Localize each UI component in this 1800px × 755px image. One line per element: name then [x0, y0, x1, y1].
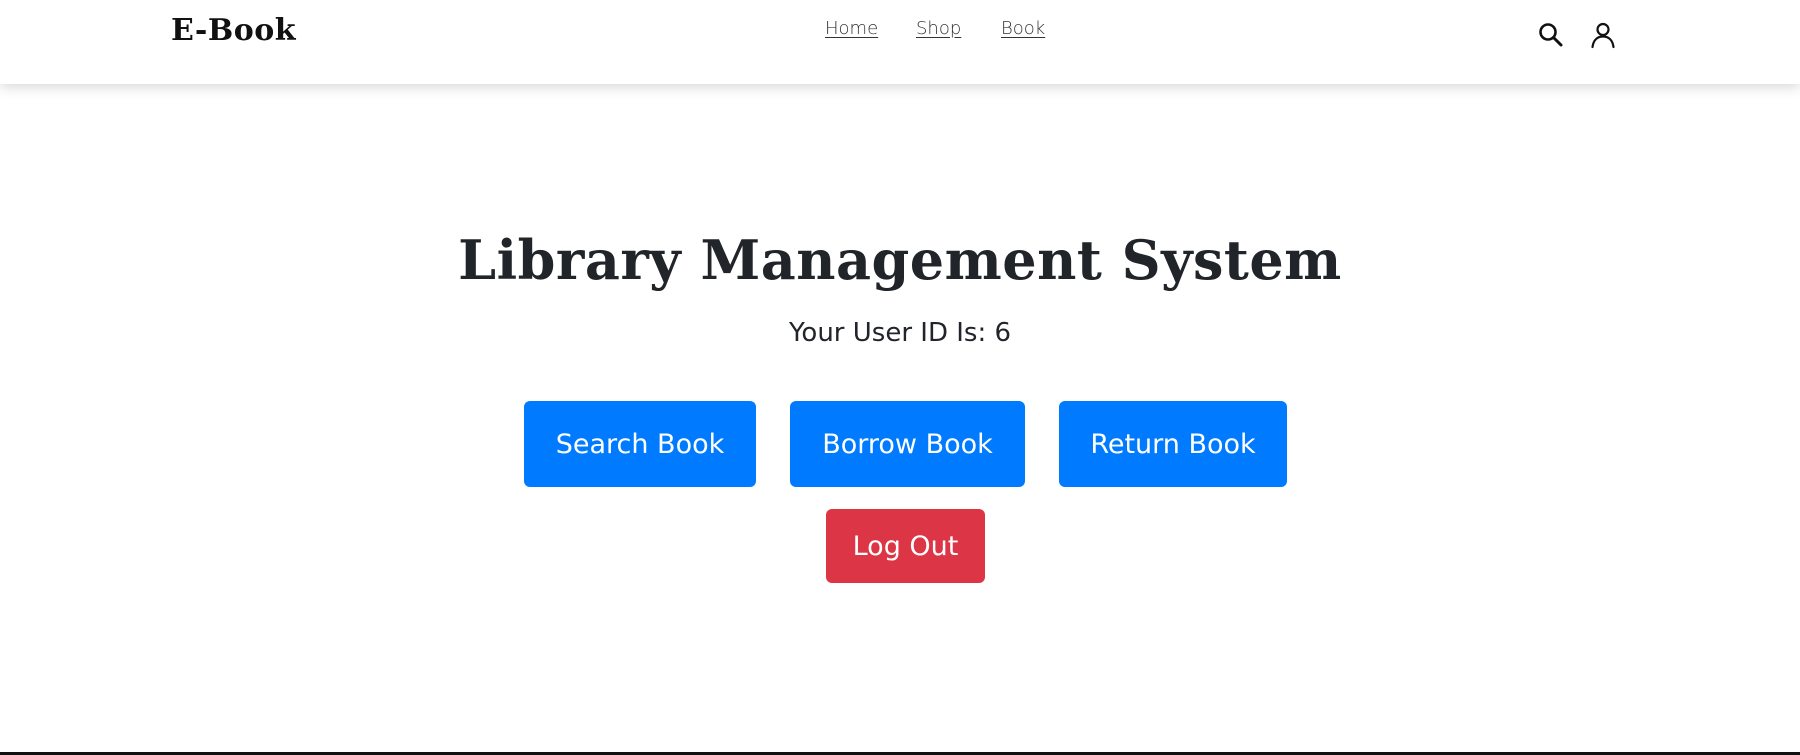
logout-button[interactable]: Log Out	[826, 509, 985, 583]
return-book-button[interactable]: Return Book	[1059, 401, 1287, 487]
search-book-button[interactable]: Search Book	[524, 401, 756, 487]
nav-link-book[interactable]: Book	[1001, 18, 1045, 39]
nav-link-shop[interactable]: Shop	[916, 18, 961, 39]
user-id-text: Your User ID Is: 6	[788, 318, 1012, 348]
borrow-book-button[interactable]: Borrow Book	[790, 401, 1025, 487]
nav-links: Home Shop Book	[0, 18, 1800, 42]
nav-link-home[interactable]: Home	[825, 18, 878, 39]
search-icon[interactable]	[1537, 21, 1565, 49]
user-icon[interactable]	[1589, 21, 1617, 49]
navbar: E-Book Home Shop Book	[0, 0, 1800, 84]
page-title: Library Management System	[458, 228, 1342, 292]
